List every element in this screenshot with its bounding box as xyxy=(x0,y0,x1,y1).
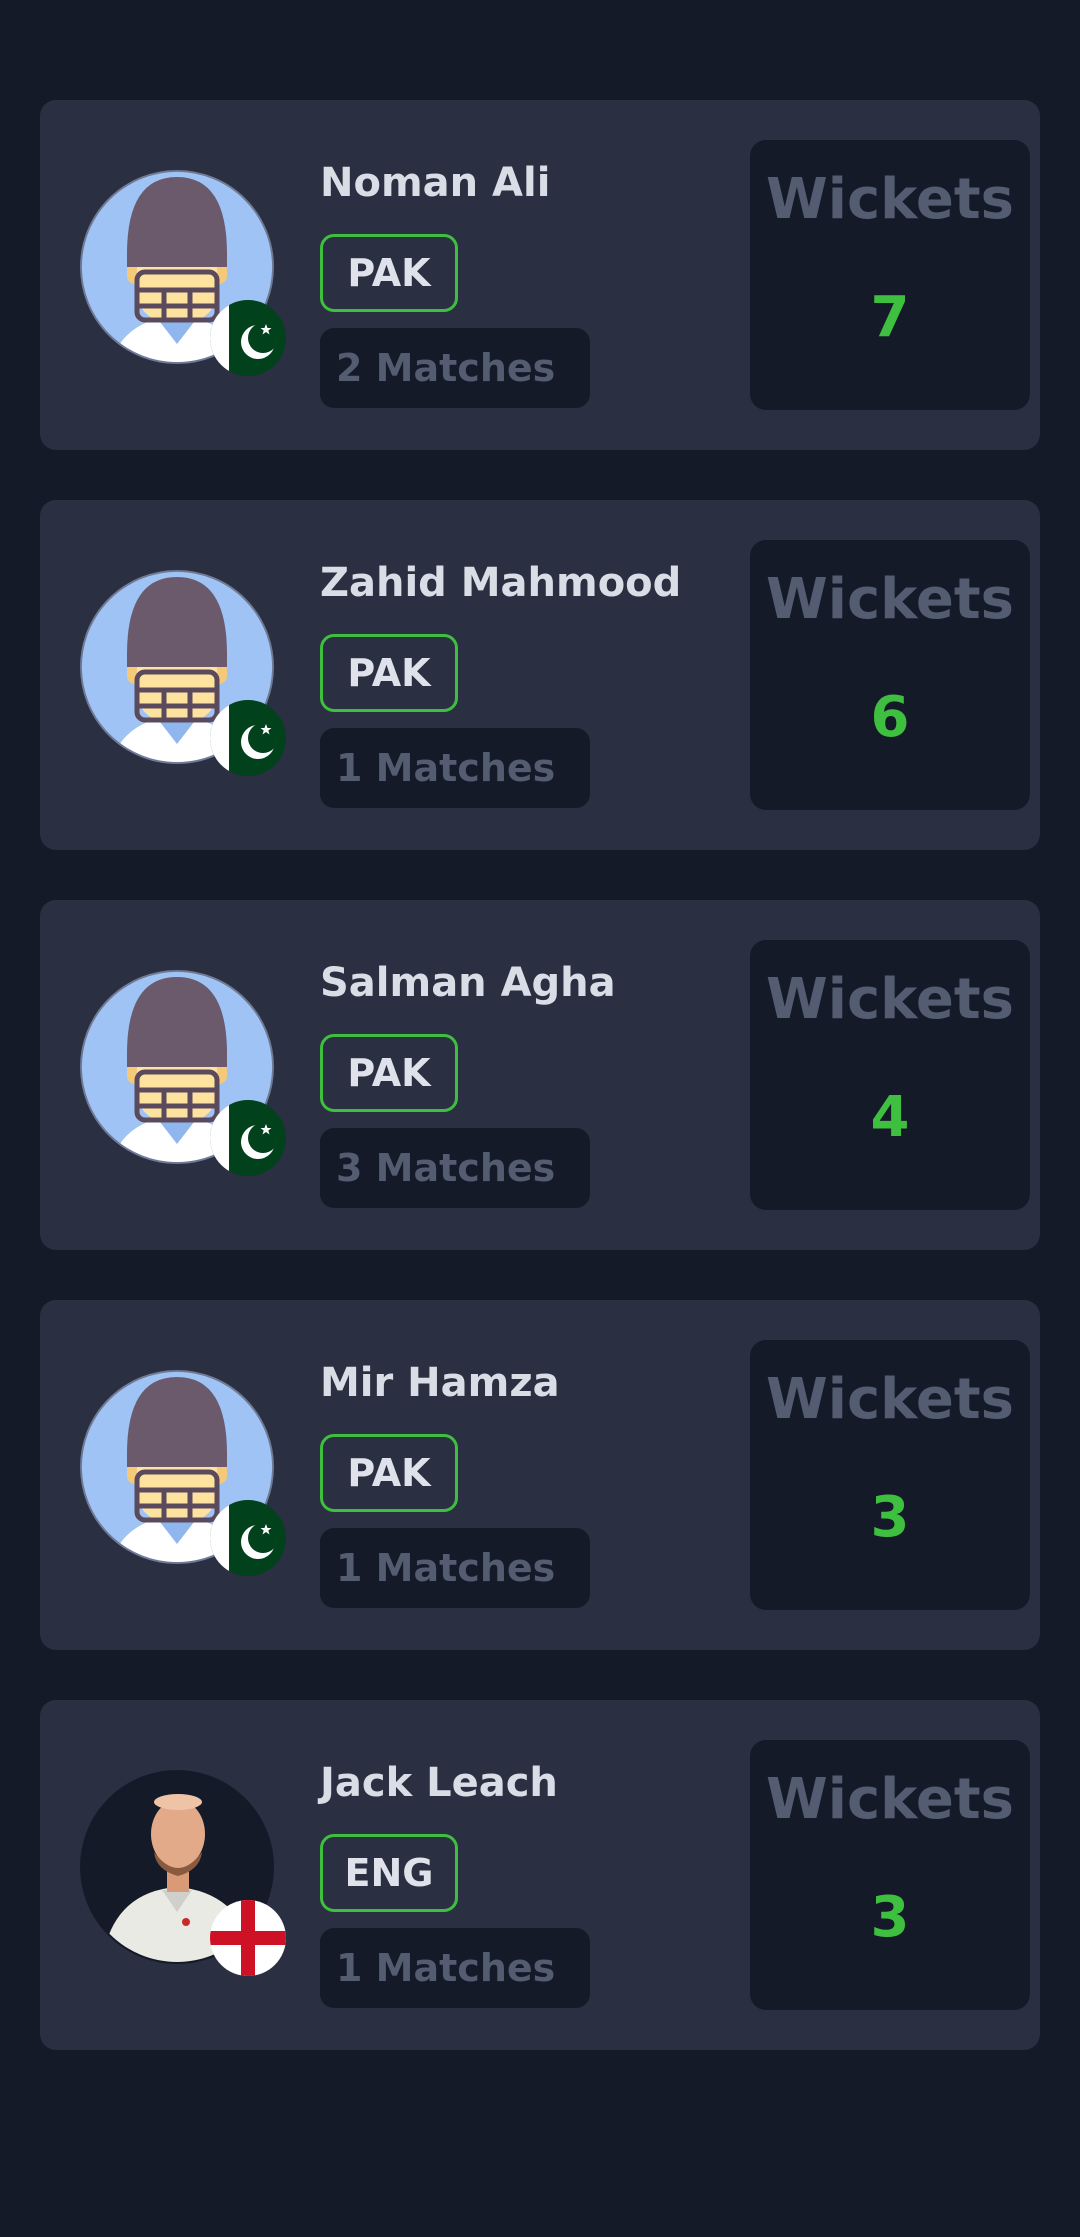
player-card[interactable]: Noman Ali PAK 2 Matches Wickets 7 xyxy=(40,100,1040,450)
player-name: Jack Leach xyxy=(320,1760,558,1806)
matches-count: 2 Matches xyxy=(320,328,590,408)
wickets-stat-box: Wickets 6 xyxy=(750,540,1030,810)
avatar xyxy=(80,1770,286,1976)
player-info: Mir Hamza PAK 1 Matches xyxy=(320,1358,740,1608)
stat-label: Wickets xyxy=(766,1367,1014,1432)
stat-value: 3 xyxy=(870,1485,910,1550)
player-name: Zahid Mahmood xyxy=(320,560,682,606)
player-name: Noman Ali xyxy=(320,160,551,206)
stat-label: Wickets xyxy=(766,1767,1014,1832)
stat-label: Wickets xyxy=(766,967,1014,1032)
player-card[interactable]: Salman Agha PAK 3 Matches Wickets 4 xyxy=(40,900,1040,1250)
wickets-stat-box: Wickets 4 xyxy=(750,940,1030,1210)
pakistan-flag-icon xyxy=(210,300,286,376)
matches-count: 1 Matches xyxy=(320,1928,590,2008)
player-name: Mir Hamza xyxy=(320,1360,560,1406)
avatar xyxy=(80,570,286,776)
matches-count: 3 Matches xyxy=(320,1128,590,1208)
team-badge: ENG xyxy=(320,1834,458,1912)
team-badge: PAK xyxy=(320,634,458,712)
pakistan-flag-icon xyxy=(210,1100,286,1176)
wickets-stat-box: Wickets 7 xyxy=(750,140,1030,410)
team-badge: PAK xyxy=(320,1034,458,1112)
matches-count: 1 Matches xyxy=(320,1528,590,1608)
player-card[interactable]: Jack Leach ENG 1 Matches Wickets 3 xyxy=(40,1700,1040,2050)
stat-value: 6 xyxy=(870,685,910,750)
pakistan-flag-icon xyxy=(210,700,286,776)
player-card[interactable]: Zahid Mahmood PAK 1 Matches Wickets 6 xyxy=(40,500,1040,850)
team-badge: PAK xyxy=(320,234,458,312)
matches-count: 1 Matches xyxy=(320,728,590,808)
stat-label: Wickets xyxy=(766,167,1014,232)
stat-label: Wickets xyxy=(766,567,1014,632)
wickets-stat-box: Wickets 3 xyxy=(750,1740,1030,2010)
england-flag-icon xyxy=(210,1900,286,1976)
player-name: Salman Agha xyxy=(320,960,616,1006)
wickets-stat-box: Wickets 3 xyxy=(750,1340,1030,1610)
player-info: Noman Ali PAK 2 Matches xyxy=(320,158,740,408)
player-info: Salman Agha PAK 3 Matches xyxy=(320,958,740,1208)
team-badge: PAK xyxy=(320,1434,458,1512)
stat-value: 3 xyxy=(870,1885,910,1950)
player-stats-list: Noman Ali PAK 2 Matches Wickets 7 Zahid … xyxy=(40,100,1040,2100)
avatar xyxy=(80,1370,286,1576)
avatar xyxy=(80,170,286,376)
player-card[interactable]: Mir Hamza PAK 1 Matches Wickets 3 xyxy=(40,1300,1040,1650)
stat-value: 7 xyxy=(870,285,910,350)
player-info: Jack Leach ENG 1 Matches xyxy=(320,1758,740,2008)
avatar xyxy=(80,970,286,1176)
pakistan-flag-icon xyxy=(210,1500,286,1576)
stat-value: 4 xyxy=(870,1085,910,1150)
player-info: Zahid Mahmood PAK 1 Matches xyxy=(320,558,740,808)
